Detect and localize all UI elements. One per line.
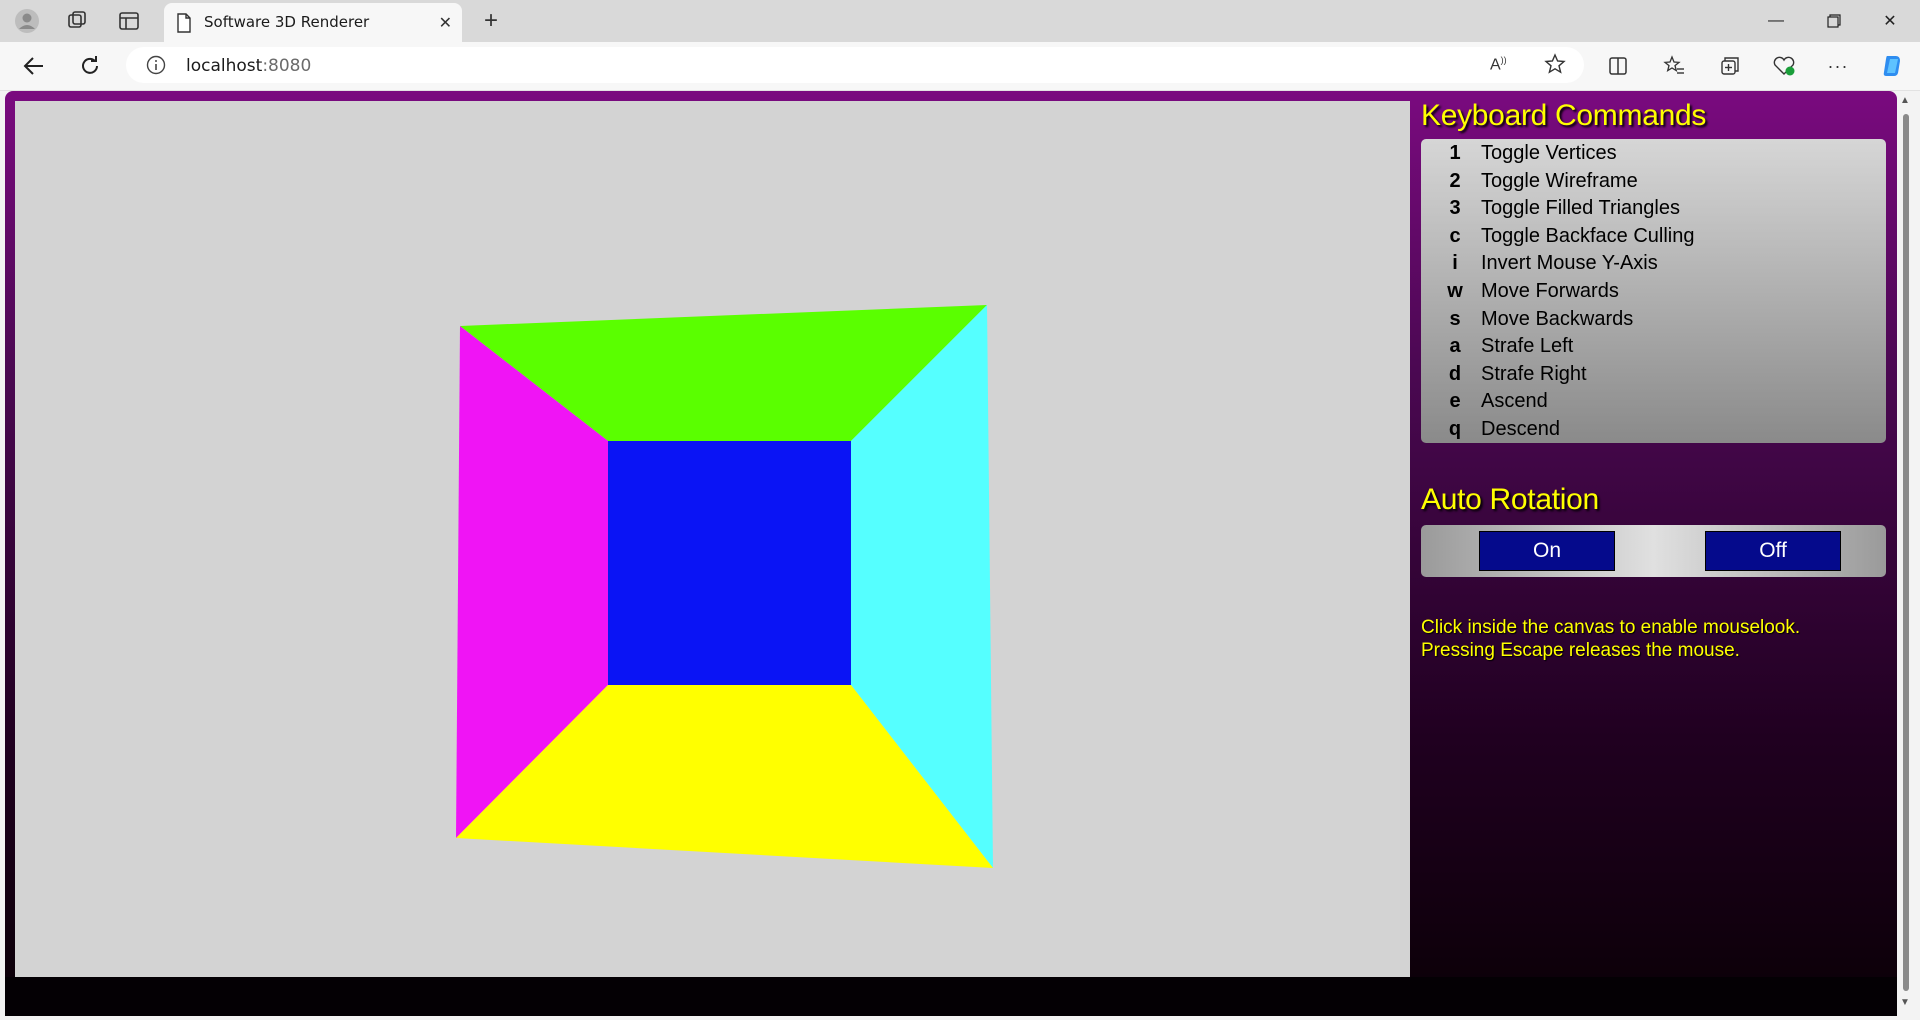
minimize-icon[interactable]: — [1756, 8, 1796, 34]
command-row: 2 Toggle Wireframe [1421, 170, 1886, 197]
back-icon[interactable] [18, 50, 50, 82]
commands-list: 1 Toggle Vertices 2 Toggle Wireframe 3 Toggle… [1421, 139, 1886, 443]
favorites-icon[interactable] [1658, 50, 1690, 82]
command-label: Invert Mouse Y-Axis [1481, 252, 1658, 275]
renderer-page: Keyboard Commands 1 Toggle Vertices 2 Toggl… [5, 91, 1897, 1016]
favorite-star-icon[interactable] [1544, 53, 1566, 80]
command-label: Toggle Backface Culling [1481, 224, 1695, 247]
info-line-2: Pressing Escape releases the mouse. [1421, 640, 1740, 661]
command-row: d Strafe Right [1421, 363, 1886, 390]
command-label: Move Forwards [1481, 280, 1619, 302]
page-icon [176, 13, 192, 38]
cube-back-face [608, 441, 851, 685]
command-label: Strafe Left [1481, 335, 1574, 358]
scroll-down-icon[interactable]: ▼ [1900, 997, 1910, 1008]
split-screen-icon[interactable] [1602, 50, 1634, 82]
tab-close-icon[interactable]: ✕ [439, 13, 452, 33]
command-key: 1 [1449, 142, 1461, 164]
command-row: a Strafe Left [1421, 335, 1886, 362]
command-key: s [1449, 307, 1461, 330]
command-row: i Invert Mouse Y-Axis [1421, 252, 1886, 279]
command-label: Descend [1481, 418, 1560, 440]
controls-panel: Keyboard Commands 1 Toggle Vertices 2 Toggl… [1421, 91, 1891, 977]
command-label: Toggle Vertices [1481, 142, 1617, 164]
command-label: Toggle Filled Triangles [1481, 197, 1680, 220]
vertical-scrollbar[interactable]: ▲ ▼ [1897, 91, 1915, 1016]
browser-toolbar: localhost:8080 A)) ··· [0, 42, 1920, 91]
copilot-icon[interactable] [1876, 50, 1908, 82]
read-aloud-icon[interactable]: A)) [1490, 55, 1507, 74]
render-canvas[interactable] [15, 101, 1410, 977]
close-window-icon[interactable]: ✕ [1870, 8, 1910, 34]
command-row: c Toggle Backface Culling [1421, 225, 1886, 252]
command-key: i [1452, 252, 1458, 275]
new-tab-icon[interactable]: + [478, 7, 504, 34]
title-bar: Software 3D Renderer ✕ + — ✕ [0, 0, 1920, 42]
command-row: 3 Toggle Filled Triangles [1421, 197, 1886, 224]
scroll-thumb[interactable] [1903, 114, 1909, 991]
profile-icon[interactable] [14, 8, 40, 34]
command-key: w [1447, 280, 1463, 302]
address-bar[interactable]: localhost:8080 A)) [126, 47, 1584, 83]
auto-rotation-title: Auto Rotation [1421, 483, 1599, 516]
rotation-off-button[interactable]: Off [1705, 531, 1841, 571]
command-key: 2 [1449, 169, 1461, 192]
command-row: s Move Backwards [1421, 308, 1886, 335]
command-key: a [1449, 335, 1461, 358]
command-row: q Descend [1421, 418, 1886, 445]
restore-icon[interactable] [1814, 8, 1854, 34]
scroll-up-icon[interactable]: ▲ [1900, 95, 1910, 106]
command-label: Strafe Right [1481, 362, 1587, 385]
collections-icon[interactable] [1714, 50, 1746, 82]
auto-rotation-controls: On Off [1421, 525, 1886, 577]
command-row: 1 Toggle Vertices [1421, 142, 1886, 169]
workspaces-icon[interactable] [64, 8, 90, 34]
command-label: Move Backwards [1481, 307, 1634, 330]
rotation-on-button[interactable]: On [1479, 531, 1615, 571]
command-label: Ascend [1481, 390, 1548, 413]
command-key: d [1448, 362, 1462, 385]
url-text[interactable]: localhost:8080 [186, 56, 311, 76]
command-key: e [1449, 390, 1461, 413]
page-bottom-strip [5, 977, 1897, 1016]
command-row: w Move Forwards [1421, 280, 1886, 307]
mouselook-instructions: Click inside the canvas to enable mousel… [1421, 616, 1886, 662]
active-tab[interactable]: Software 3D Renderer ✕ [164, 3, 462, 42]
command-key: 3 [1449, 197, 1461, 220]
command-key: q [1448, 418, 1462, 440]
command-label: Toggle Wireframe [1481, 169, 1638, 192]
refresh-icon[interactable] [74, 50, 106, 82]
browser-essentials-icon[interactable] [1768, 50, 1800, 82]
command-row: e Ascend [1421, 390, 1886, 417]
keyboard-commands-title: Keyboard Commands [1421, 99, 1707, 132]
tab-title: Software 3D Renderer [204, 13, 370, 31]
page-viewport: Keyboard Commands 1 Toggle Vertices 2 Toggl… [0, 91, 1920, 1020]
site-info-icon[interactable] [146, 55, 166, 80]
command-key: c [1449, 224, 1461, 247]
info-line-1: Click inside the canvas to enable mousel… [1421, 617, 1801, 638]
more-options-icon[interactable]: ··· [1822, 50, 1854, 82]
vertical-tabs-icon[interactable] [116, 8, 142, 34]
